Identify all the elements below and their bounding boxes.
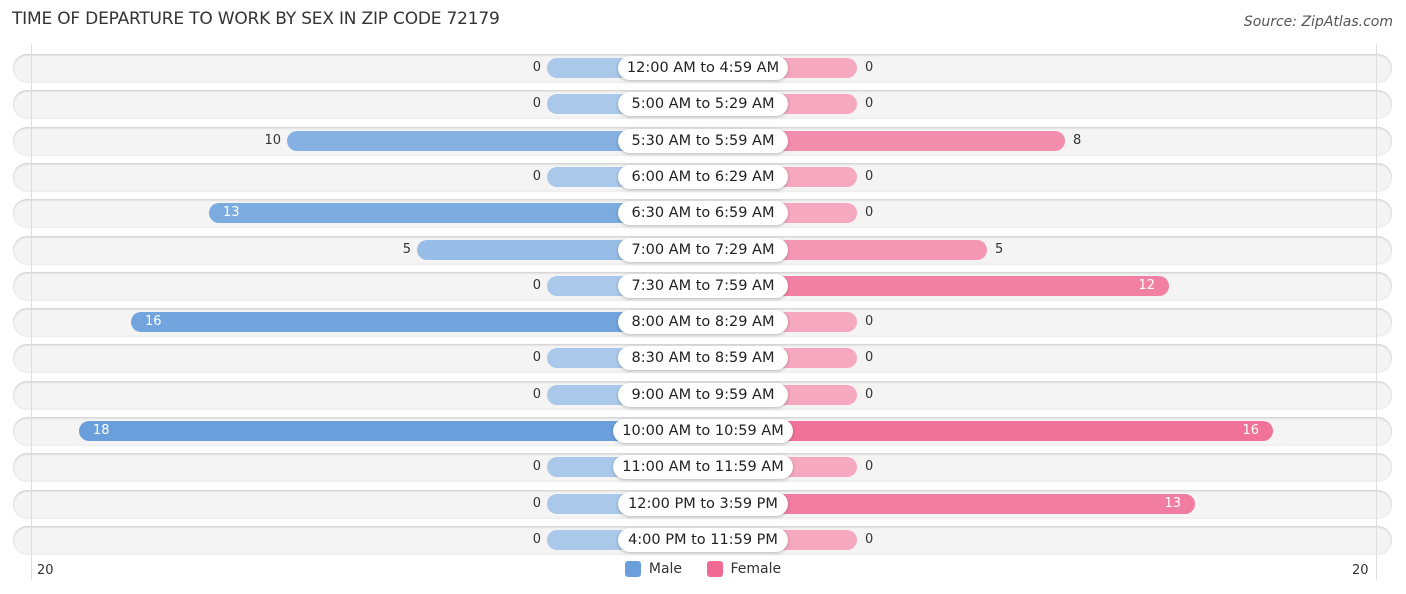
female-value-label: 0 [865,169,874,184]
category-label: 8:00 AM to 8:29 AM [618,310,788,334]
female-value-label: 13 [1164,496,1181,511]
legend-swatch-female [706,561,723,577]
female-value-label: 0 [865,387,874,402]
right-gridline [1376,44,1377,580]
female-value-label: 0 [865,60,874,75]
legend-item-female[interactable]: Female [706,561,782,577]
male-value-label: 5 [402,242,411,257]
male-value-label: 0 [532,169,541,184]
chart-area: 0 0 12:00 AM to 4:59 AM 0 0 5:00 AM to 5:29 A… [0,0,1406,594]
female-value-label: 0 [865,314,874,329]
male-value-label: 0 [532,278,541,293]
male-value-label: 13 [223,205,240,220]
male-value-label: 10 [264,133,281,148]
male-value-label: 0 [532,459,541,474]
category-label: 6:30 AM to 6:59 AM [618,201,788,225]
legend-label-female: Female [730,561,782,577]
female-value-label: 0 [865,205,874,220]
male-bar[interactable] [79,421,702,441]
category-label: 5:00 AM to 5:29 AM [618,92,788,116]
female-value-label: 5 [995,242,1004,257]
category-label: 8:30 AM to 8:59 AM [618,346,788,370]
category-label: 5:30 AM to 5:59 AM [618,129,788,153]
male-value-label: 0 [532,496,541,511]
legend-item-male[interactable]: Male [624,561,683,577]
male-value-label: 0 [532,387,541,402]
female-value-label: 0 [865,459,874,474]
category-label: 11:00 AM to 11:59 AM [613,455,793,479]
legend-label-male: Male [648,561,683,577]
male-bar[interactable] [131,312,702,332]
female-value-label: 0 [865,96,874,111]
female-value-label: 12 [1138,278,1155,293]
legend-swatch-male [624,561,641,577]
female-value-label: 0 [865,350,874,365]
female-value-label: 16 [1242,423,1259,438]
male-value-label: 0 [532,96,541,111]
male-value-label: 0 [532,532,541,547]
category-label: 12:00 AM to 4:59 AM [618,56,788,80]
category-label: 7:30 AM to 7:59 AM [618,274,788,298]
category-label: 12:00 PM to 3:59 PM [618,492,788,516]
male-value-label: 0 [532,350,541,365]
category-label: 10:00 AM to 10:59 AM [613,419,793,443]
male-value-label: 0 [532,60,541,75]
left-gridline [31,44,32,580]
legend: Male Female [0,561,1406,581]
female-value-label: 0 [865,532,874,547]
category-label: 7:00 AM to 7:29 AM [618,238,788,262]
male-value-label: 18 [93,423,110,438]
category-label: 6:00 AM to 6:29 AM [618,165,788,189]
male-value-label: 16 [145,314,162,329]
category-label: 4:00 PM to 11:59 PM [618,528,788,552]
female-value-label: 8 [1073,133,1082,148]
category-label: 9:00 AM to 9:59 AM [618,383,788,407]
